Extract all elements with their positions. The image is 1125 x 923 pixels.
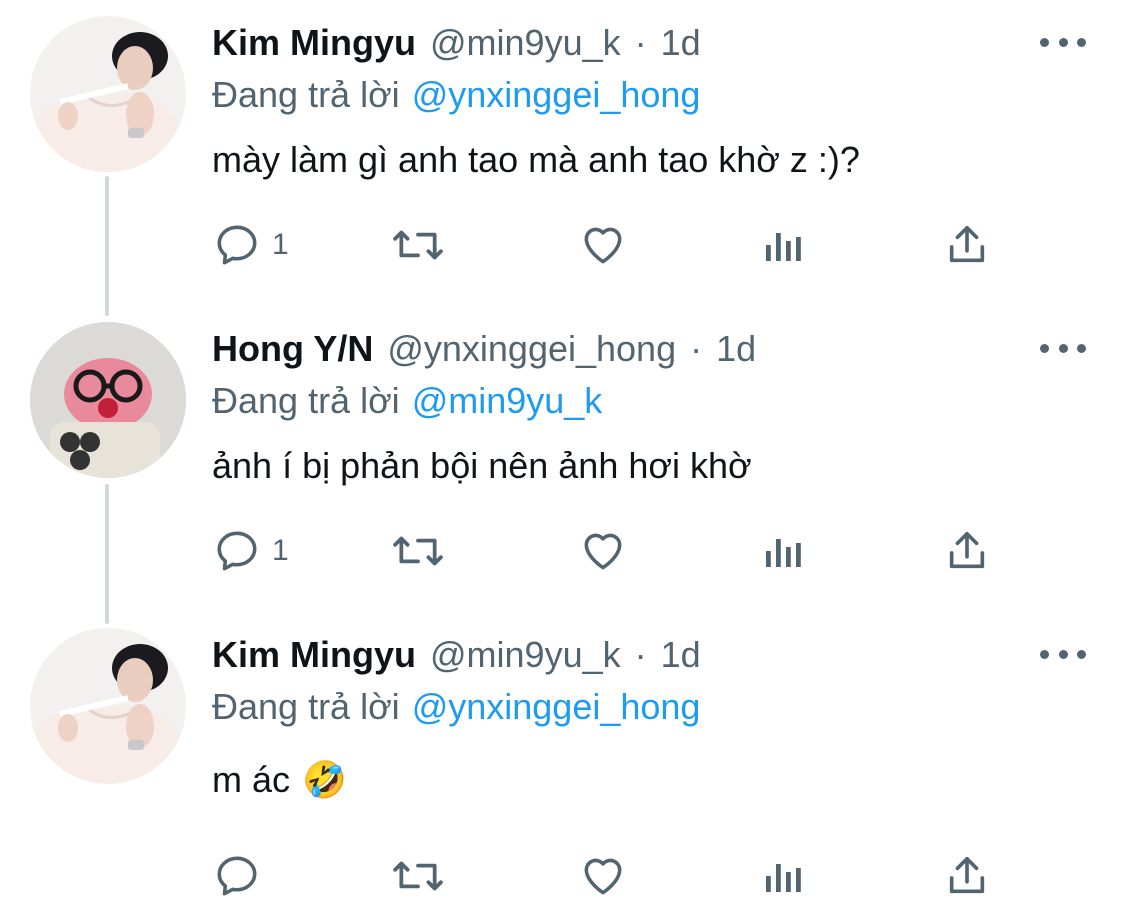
replying-to: Đang trả lời @ynxinggei_hong xyxy=(212,682,700,732)
like-button[interactable] xyxy=(578,846,628,906)
laughing-emoji: 🤣 xyxy=(302,759,347,800)
separator: · xyxy=(634,634,647,675)
heart-icon xyxy=(584,858,622,895)
reply-mention-link[interactable]: @ynxinggei_hong xyxy=(412,686,701,728)
avatar[interactable] xyxy=(30,628,186,784)
retweet-icon xyxy=(393,861,443,891)
reply-icon xyxy=(217,856,257,896)
views-icon xyxy=(766,864,801,892)
share-button[interactable] xyxy=(944,846,990,906)
replying-to-label: Đang trả lời xyxy=(212,686,400,727)
more-icon[interactable] xyxy=(1040,646,1086,662)
kim-mingyu-avatar-image xyxy=(30,628,186,784)
reply-button[interactable] xyxy=(212,846,272,906)
retweet-button[interactable] xyxy=(390,846,446,906)
display-name[interactable]: Kim Mingyu xyxy=(212,634,416,676)
share-icon xyxy=(949,856,985,894)
tweet-text-content: m ác xyxy=(212,759,291,800)
tweet-text: m ác 🤣 xyxy=(212,755,347,805)
tweet[interactable]: Kim Mingyu @min9yu_k · 1d Đang trả lời @… xyxy=(0,0,1125,923)
tweet-actions xyxy=(212,846,1012,906)
timestamp[interactable]: 1d xyxy=(661,634,701,676)
user-handle[interactable]: @min9yu_k xyxy=(430,634,621,676)
tweet-header: Kim Mingyu @min9yu_k · 1d xyxy=(212,630,701,680)
views-button[interactable] xyxy=(762,846,806,906)
